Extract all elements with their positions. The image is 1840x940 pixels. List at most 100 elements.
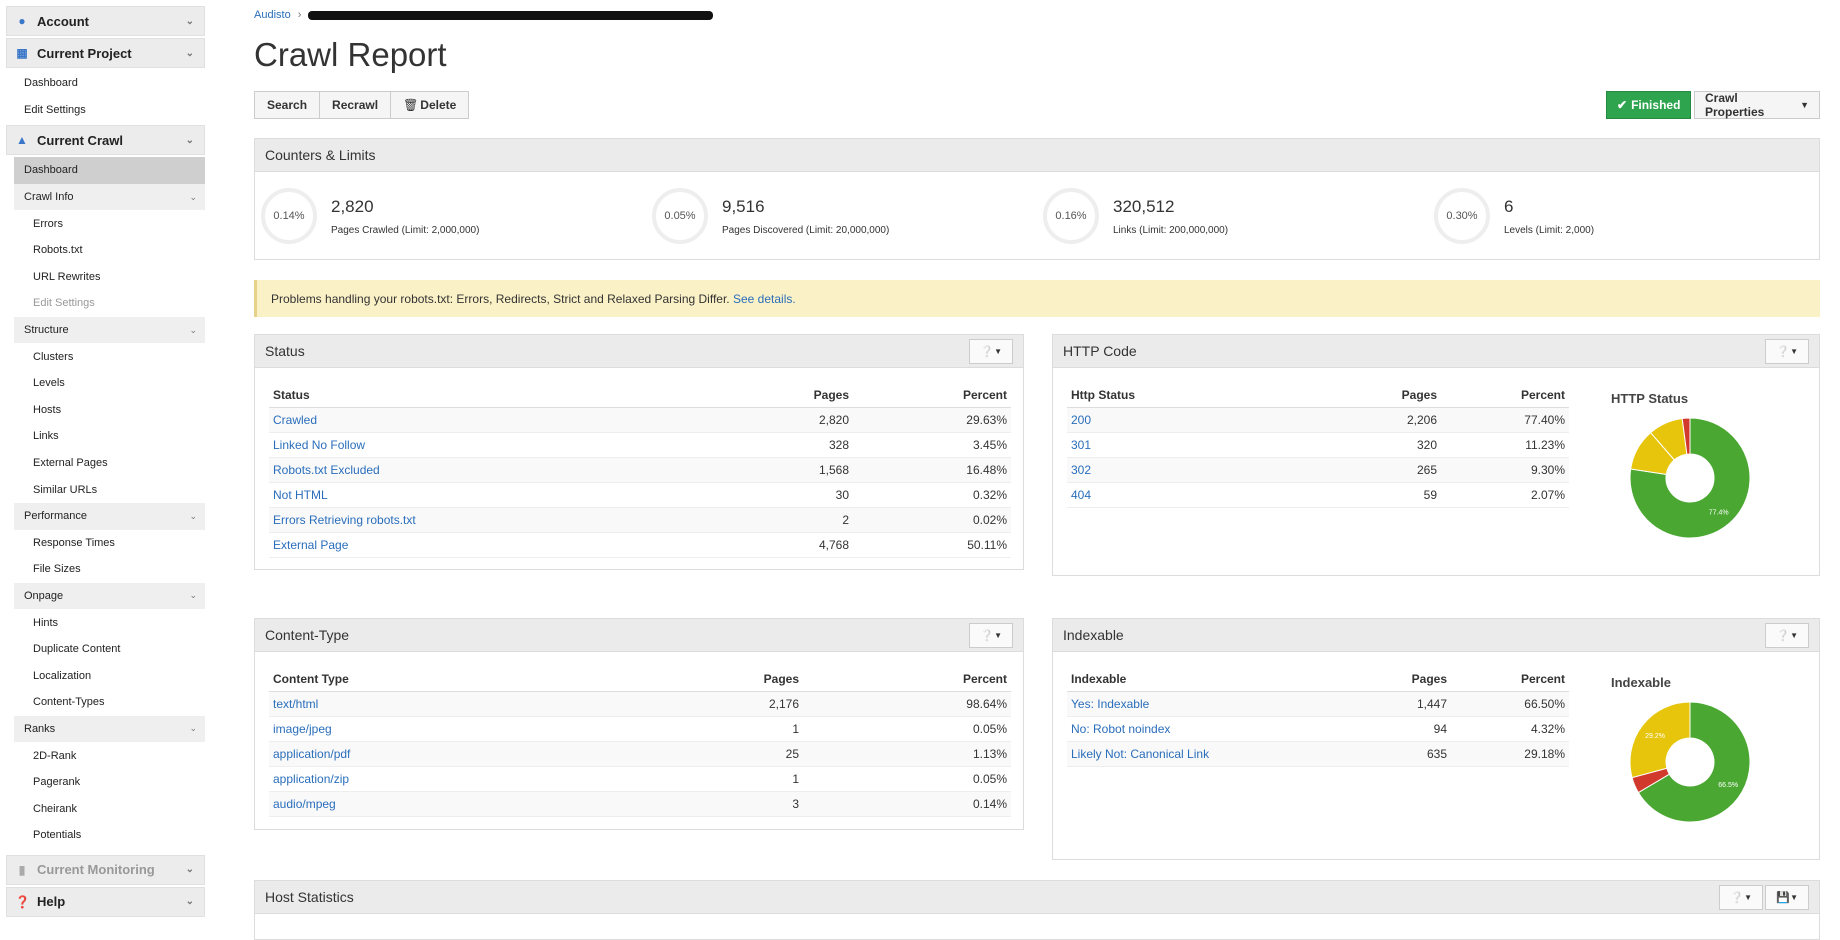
sidebar-item-file-sizes[interactable]: File Sizes bbox=[6, 556, 205, 583]
see-details-link[interactable]: See details. bbox=[733, 292, 796, 306]
donut-slice-label: 66.5% bbox=[1718, 782, 1738, 789]
counters-panel: Counters & Limits 0.14% 2,820 Pages Crawl… bbox=[254, 138, 1820, 260]
sidebar-group-performance[interactable]: Performance ⌄ bbox=[14, 502, 205, 530]
percent-cell: 2.07% bbox=[1441, 482, 1569, 508]
sidebar-item-potentials[interactable]: Potentials bbox=[6, 822, 205, 849]
host-save-dropdown[interactable]: 💾 ▼ bbox=[1765, 885, 1809, 910]
indexable-help-dropdown[interactable]: ❔ ▼ bbox=[1765, 623, 1809, 648]
sidebar-item-2d-rank[interactable]: 2D-Rank bbox=[6, 742, 205, 769]
sidebar-group-onpage[interactable]: Onpage ⌄ bbox=[14, 582, 205, 610]
sidebar-item-response-times[interactable]: Response Times bbox=[6, 530, 205, 557]
sidebar-item-project-edit-settings[interactable]: Edit Settings bbox=[6, 97, 205, 124]
counters-panel-title: Counters & Limits bbox=[255, 139, 1819, 172]
sidebar-item-robots[interactable]: Robots.txt bbox=[6, 237, 205, 264]
pages-cell: 2,176 bbox=[675, 691, 803, 717]
pages-cell: 328 bbox=[725, 432, 853, 458]
breadcrumb-root-link[interactable]: Audisto bbox=[254, 9, 291, 21]
crawl-properties-dropdown[interactable]: Crawl Properties ▼ bbox=[1694, 91, 1820, 119]
status-link[interactable]: Robots.txt Excluded bbox=[273, 463, 380, 477]
sidebar-item-duplicate-content[interactable]: Duplicate Content bbox=[6, 636, 205, 663]
sidebar-item-cheirank[interactable]: Cheirank bbox=[6, 795, 205, 822]
indexable-link[interactable]: Yes: Indexable bbox=[1071, 697, 1149, 711]
counter-pages-crawled: 0.14% 2,820 Pages Crawled (Limit: 2,000,0… bbox=[255, 172, 646, 260]
caret-down-icon: ▼ bbox=[994, 631, 1002, 640]
http-status-link[interactable]: 302 bbox=[1071, 463, 1091, 477]
sitemap-icon: ▲ bbox=[16, 133, 28, 148]
sidebar-group-crawl-info[interactable]: Crawl Info ⌄ bbox=[14, 183, 205, 211]
question-circle-icon: ❔ bbox=[980, 346, 995, 358]
host-help-dropdown[interactable]: ❔ ▼ bbox=[1719, 885, 1763, 910]
caret-down-icon: ▼ bbox=[994, 347, 1002, 356]
caret-down-icon: ▼ bbox=[1744, 893, 1752, 902]
sidebar-group-structure[interactable]: Structure ⌄ bbox=[14, 316, 205, 344]
status-link[interactable]: Not HTML bbox=[273, 488, 328, 502]
chevron-down-icon: ⌄ bbox=[189, 191, 197, 202]
http-help-dropdown[interactable]: ❔ ▼ bbox=[1765, 339, 1809, 364]
content-type-link[interactable]: application/zip bbox=[273, 772, 349, 786]
sidebar-item-errors[interactable]: Errors bbox=[6, 210, 205, 237]
http-status-link[interactable]: 301 bbox=[1071, 438, 1091, 452]
table-row: Not HTML 30 0.32% bbox=[269, 482, 1011, 508]
sidebar-current-crawl[interactable]: ▲ Current Crawl ⌄ bbox=[6, 125, 205, 156]
chevron-down-icon: ⌄ bbox=[185, 15, 194, 27]
sidebar-item-clusters[interactable]: Clusters bbox=[6, 343, 205, 370]
caret-down-icon: ▼ bbox=[1800, 100, 1809, 110]
http-status-donut-chart: 77.4% bbox=[1629, 417, 1751, 539]
table-row: application/zip 1 0.05% bbox=[269, 766, 1011, 792]
sidebar-item-content-types[interactable]: Content-Types bbox=[6, 689, 205, 716]
pages-cell: 3 bbox=[675, 791, 803, 817]
sidebar-item-external-pages[interactable]: External Pages bbox=[6, 450, 205, 477]
status-help-dropdown[interactable]: ❔ ▼ bbox=[969, 339, 1013, 364]
percent-cell: 16.48% bbox=[853, 457, 1011, 483]
column-header: Pages bbox=[1323, 667, 1451, 692]
http-status-link[interactable]: 200 bbox=[1071, 413, 1091, 427]
indexable-link[interactable]: Likely Not: Canonical Link bbox=[1071, 747, 1209, 761]
sidebar-group-ranks[interactable]: Ranks ⌄ bbox=[14, 715, 205, 743]
status-table: Status Pages Percent Crawled 2,820 29.63% … bbox=[269, 383, 1011, 558]
chevron-down-icon: ⌄ bbox=[189, 723, 197, 734]
table-row: 302 265 9.30% bbox=[1067, 457, 1569, 483]
content-type-link[interactable]: audio/mpeg bbox=[273, 797, 336, 811]
pages-cell: 320 bbox=[1313, 432, 1441, 458]
sidebar-help[interactable]: ❓ Help ⌄ bbox=[6, 886, 205, 917]
table-row: application/pdf 25 1.13% bbox=[269, 741, 1011, 767]
status-link[interactable]: Linked No Follow bbox=[273, 438, 365, 452]
counter-value: 2,820 bbox=[331, 196, 374, 216]
content-type-link[interactable]: application/pdf bbox=[273, 747, 350, 761]
indexable-link[interactable]: No: Robot noindex bbox=[1071, 722, 1170, 736]
table-row: No: Robot noindex 94 4.32% bbox=[1067, 716, 1569, 742]
search-button[interactable]: Search bbox=[254, 91, 321, 119]
content-help-dropdown[interactable]: ❔ ▼ bbox=[969, 623, 1013, 648]
sidebar-item-links[interactable]: Links bbox=[6, 423, 205, 450]
sidebar-current-project[interactable]: ▦ Current Project ⌄ bbox=[6, 38, 205, 68]
percent-cell: 29.63% bbox=[853, 407, 1011, 433]
pages-cell: 635 bbox=[1323, 741, 1451, 767]
sidebar-item-hints[interactable]: Hints bbox=[6, 609, 205, 636]
sidebar-item-hosts[interactable]: Hosts bbox=[6, 397, 205, 424]
sidebar-item-crawl-dashboard[interactable]: Dashboard bbox=[14, 157, 205, 184]
sidebar-item-levels[interactable]: Levels bbox=[6, 370, 205, 397]
sidebar-item-url-rewrites[interactable]: URL Rewrites bbox=[6, 264, 205, 291]
caret-down-icon: ▼ bbox=[1790, 347, 1798, 356]
check-icon: ✔ bbox=[1617, 98, 1628, 112]
percent-cell: 1.13% bbox=[803, 741, 1011, 767]
content-type-link[interactable]: text/html bbox=[273, 697, 318, 711]
http-status-link[interactable]: 404 bbox=[1071, 488, 1091, 502]
indexable-table: Indexable Pages Percent Yes: Indexable 1,… bbox=[1067, 667, 1569, 767]
sidebar-item-localization[interactable]: Localization bbox=[6, 662, 205, 689]
sidebar-item-similar-urls[interactable]: Similar URLs bbox=[6, 476, 205, 503]
sidebar-item-project-dashboard[interactable]: Dashboard bbox=[6, 70, 205, 97]
status-link[interactable]: External Page bbox=[273, 538, 348, 552]
status-link[interactable]: Crawled bbox=[273, 413, 317, 427]
question-circle-icon: ❔ bbox=[1776, 630, 1791, 642]
breadcrumb-separator: › bbox=[297, 9, 302, 21]
percent-cell: 77.40% bbox=[1441, 407, 1569, 433]
recrawl-button[interactable]: Recrawl bbox=[319, 91, 392, 119]
status-link[interactable]: Errors Retrieving robots.txt bbox=[273, 513, 416, 527]
sidebar-item-pagerank[interactable]: Pagerank bbox=[6, 769, 205, 796]
finished-status-button[interactable]: ✔ Finished bbox=[1606, 91, 1692, 119]
sidebar-account[interactable]: ● Account ⌄ bbox=[6, 6, 205, 36]
content-type-link[interactable]: image/jpeg bbox=[273, 722, 332, 736]
counter-links: 0.16% 320,512 Links (Limit: 200,000,000) bbox=[1037, 172, 1428, 260]
delete-button[interactable]: 🗑 Delete bbox=[390, 91, 470, 119]
